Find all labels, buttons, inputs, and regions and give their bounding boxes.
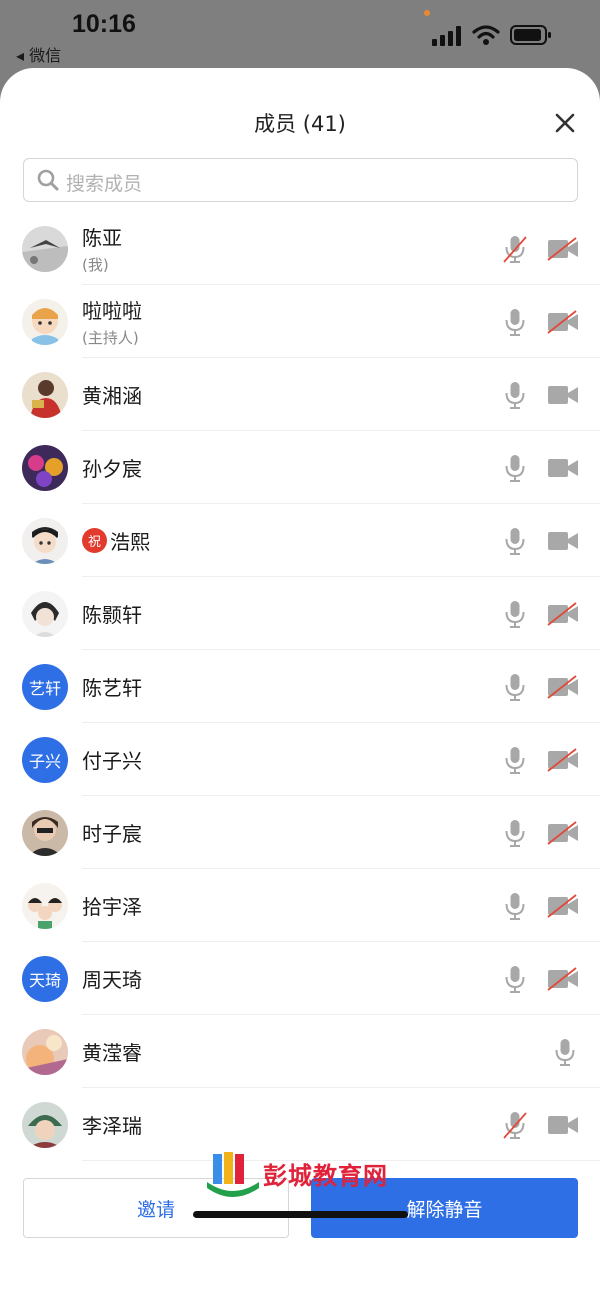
camera-off-icon[interactable] bbox=[546, 820, 580, 846]
avatar: 子兴 bbox=[22, 737, 68, 783]
member-row[interactable]: 陈颢轩 bbox=[0, 577, 600, 650]
member-name: 李泽瑞 bbox=[82, 1114, 142, 1138]
member-name-line: 孙夕宸 bbox=[82, 453, 142, 482]
wifi-icon bbox=[472, 25, 500, 45]
member-name: 啦啦啦 bbox=[82, 299, 142, 323]
mic-icon[interactable] bbox=[500, 891, 530, 921]
home-indicator[interactable] bbox=[193, 1211, 408, 1218]
search-icon bbox=[37, 169, 59, 191]
mic-icon[interactable] bbox=[500, 964, 530, 994]
member-row[interactable]: 黄滢睿 bbox=[0, 1015, 600, 1088]
camera-icon[interactable] bbox=[546, 382, 580, 408]
avatar: 天琦 bbox=[22, 956, 68, 1002]
member-name: 时子宸 bbox=[82, 822, 142, 846]
avatar bbox=[22, 226, 68, 272]
member-name: 黄滢睿 bbox=[82, 1041, 142, 1065]
status-time: 10:16 bbox=[72, 10, 136, 38]
mic-icon[interactable] bbox=[500, 307, 530, 337]
member-name-line: 付子兴 bbox=[82, 745, 142, 774]
mic-icon[interactable] bbox=[550, 1037, 580, 1067]
camera-off-icon[interactable] bbox=[546, 893, 580, 919]
avatar bbox=[22, 299, 68, 345]
page-title: 成员 (41) bbox=[254, 112, 346, 136]
privacy-dot bbox=[424, 10, 430, 16]
member-name-line: 拾宇泽 bbox=[82, 891, 142, 920]
member-name-line: 时子宸 bbox=[82, 818, 142, 847]
member-name-line: 李泽瑞 bbox=[82, 1110, 142, 1139]
member-name: 付子兴 bbox=[82, 749, 142, 773]
camera-off-icon[interactable] bbox=[546, 236, 580, 262]
member-row[interactable]: 子兴 付子兴 bbox=[0, 723, 600, 796]
member-row[interactable]: 啦啦啦 (主持人) bbox=[0, 285, 600, 358]
mic-icon[interactable] bbox=[500, 818, 530, 848]
camera-icon[interactable] bbox=[546, 528, 580, 554]
book-logo-icon bbox=[207, 1152, 259, 1197]
members-sheet: 成员 (41) 搜索成员 陈亚 (我) 啦啦啦 (主持人) 黄湘涵孙夕宸祝浩熙陈颢轩艺轩… bbox=[0, 68, 600, 1298]
avatar bbox=[22, 591, 68, 637]
member-name-line: 黄湘涵 bbox=[82, 380, 142, 409]
mic-muted-icon[interactable] bbox=[500, 234, 530, 264]
member-name: 陈颢轩 bbox=[82, 603, 142, 627]
cellular-signal-icon bbox=[432, 26, 461, 46]
member-name-line: 周天琦 bbox=[82, 964, 142, 993]
member-name-line: 陈艺轩 bbox=[82, 672, 142, 701]
member-name-line: 祝浩熙 bbox=[82, 526, 150, 555]
member-name: 周天琦 bbox=[82, 968, 142, 992]
watermark-logo: 彭城教育网 bbox=[205, 1148, 405, 1202]
status-bar: 10:16 ◂ 微信 bbox=[0, 0, 600, 68]
camera-icon[interactable] bbox=[546, 455, 580, 481]
member-list: 陈亚 (我) 啦啦啦 (主持人) 黄湘涵 孙夕宸祝浩熙 陈颢轩 艺轩 陈艺轩 子兴 付子兴 时子宸 拾宇… bbox=[0, 212, 600, 1161]
member-name-line: 陈亚 bbox=[82, 222, 122, 251]
close-icon[interactable] bbox=[550, 108, 580, 138]
member-row[interactable]: 黄湘涵 bbox=[0, 358, 600, 431]
member-name: 陈亚 bbox=[82, 226, 122, 250]
member-name: 孙夕宸 bbox=[82, 457, 142, 481]
watermark-text: 彭城教育网 bbox=[263, 1162, 388, 1190]
search-placeholder: 搜索成员 bbox=[66, 173, 143, 195]
mic-icon[interactable] bbox=[500, 672, 530, 702]
mic-icon[interactable] bbox=[500, 526, 530, 556]
member-name-line: 黄滢睿 bbox=[82, 1037, 142, 1066]
avatar bbox=[22, 518, 68, 564]
member-row[interactable]: 艺轩 陈艺轩 bbox=[0, 650, 600, 723]
camera-off-icon[interactable] bbox=[546, 674, 580, 700]
member-role: (我) bbox=[82, 256, 109, 274]
camera-icon[interactable] bbox=[546, 1112, 580, 1138]
mic-icon[interactable] bbox=[500, 453, 530, 483]
member-row[interactable]: 时子宸 bbox=[0, 796, 600, 869]
avatar bbox=[22, 372, 68, 418]
celebrate-badge: 祝 bbox=[82, 528, 107, 553]
avatar bbox=[22, 445, 68, 491]
member-row[interactable]: 陈亚 (我) bbox=[0, 212, 600, 285]
member-row[interactable]: 孙夕宸 bbox=[0, 431, 600, 504]
camera-off-icon[interactable] bbox=[546, 601, 580, 627]
mic-icon[interactable] bbox=[500, 380, 530, 410]
camera-off-icon[interactable] bbox=[546, 747, 580, 773]
member-row[interactable]: 天琦 周天琦 bbox=[0, 942, 600, 1015]
mic-muted-icon[interactable] bbox=[500, 1110, 530, 1140]
member-name: 陈艺轩 bbox=[82, 676, 142, 700]
camera-off-icon[interactable] bbox=[546, 309, 580, 335]
member-row[interactable]: 祝浩熙 bbox=[0, 504, 600, 577]
member-name: 浩熙 bbox=[110, 530, 150, 554]
avatar bbox=[22, 810, 68, 856]
member-name-line: 啦啦啦 bbox=[82, 295, 142, 324]
battery-icon bbox=[510, 25, 551, 45]
mic-icon[interactable] bbox=[500, 745, 530, 775]
search-input[interactable]: 搜索成员 bbox=[23, 158, 578, 202]
member-row[interactable]: 拾宇泽 bbox=[0, 869, 600, 942]
avatar bbox=[22, 1029, 68, 1075]
member-name: 拾宇泽 bbox=[82, 895, 142, 919]
member-name: 黄湘涵 bbox=[82, 384, 142, 408]
avatar bbox=[22, 883, 68, 929]
camera-off-icon[interactable] bbox=[546, 966, 580, 992]
back-to-app-link[interactable]: ◂ 微信 bbox=[16, 42, 61, 66]
member-name-line: 陈颢轩 bbox=[82, 599, 142, 628]
member-role: (主持人) bbox=[82, 329, 139, 347]
avatar bbox=[22, 1102, 68, 1148]
mic-icon[interactable] bbox=[500, 599, 530, 629]
avatar: 艺轩 bbox=[22, 664, 68, 710]
